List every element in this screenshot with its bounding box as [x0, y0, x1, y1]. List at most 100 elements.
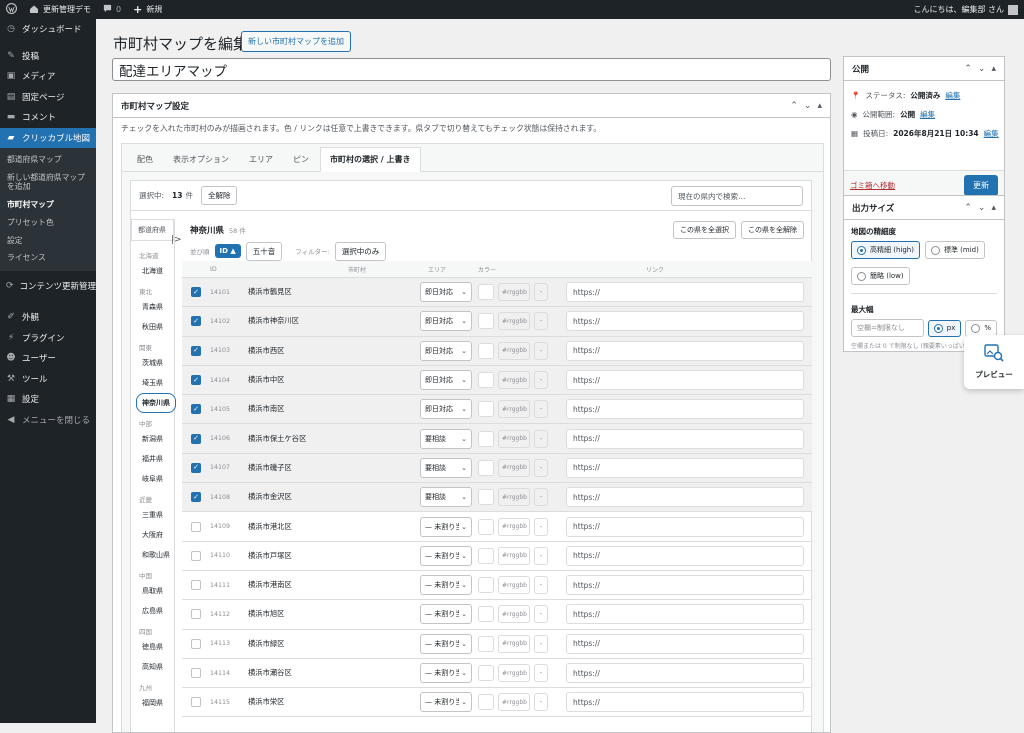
- color-hex-input[interactable]: #rrggbb: [498, 693, 530, 712]
- move-to-trash-link[interactable]: ゴミ箱へ移動: [850, 180, 895, 191]
- precision-radio[interactable]: 標準 (mid): [924, 241, 985, 259]
- color-swatch[interactable]: [478, 577, 494, 594]
- color-reset-button[interactable]: -: [534, 371, 548, 390]
- color-swatch[interactable]: [478, 401, 494, 418]
- tab-2[interactable]: エリア: [240, 148, 282, 171]
- area-select[interactable]: 要相談 ⌄: [420, 487, 472, 508]
- clear-all-button[interactable]: 全解除: [200, 186, 238, 205]
- comments-link[interactable]: 0: [97, 0, 127, 19]
- menu-item-comment[interactable]: ▬ コメント: [0, 107, 96, 128]
- menu-item-media[interactable]: ▣ メディア: [0, 66, 96, 87]
- unit-radio[interactable]: %: [965, 319, 997, 337]
- chevron-down-icon[interactable]: ⌄: [978, 203, 986, 213]
- city-checkbox[interactable]: ✓: [191, 404, 201, 415]
- link-input[interactable]: https://: [566, 399, 804, 420]
- area-select[interactable]: — 未割り当て —⌄: [420, 516, 472, 537]
- area-select[interactable]: 即日対応 ⌄: [420, 370, 472, 391]
- color-reset-button[interactable]: -: [534, 605, 548, 624]
- precision-radio[interactable]: 高精細 (high): [851, 241, 920, 259]
- color-reset-button[interactable]: -: [534, 664, 548, 682]
- color-reset-button[interactable]: -: [534, 517, 548, 536]
- color-hex-input[interactable]: #rrggbb: [498, 517, 530, 536]
- prefecture-item[interactable]: 福岡県: [131, 693, 174, 713]
- color-reset-button[interactable]: -: [534, 576, 548, 595]
- area-select[interactable]: 即日対応 ⌄: [420, 311, 472, 332]
- color-swatch[interactable]: [478, 372, 494, 389]
- area-select[interactable]: — 未割り当て —⌄: [420, 575, 472, 596]
- filter-selected-button[interactable]: 選択中のみ: [334, 241, 387, 261]
- chevron-down-icon[interactable]: ⌄: [978, 64, 986, 74]
- link-input[interactable]: https://: [566, 370, 804, 391]
- menu-item-dashboard[interactable]: ◷ ダッシュボード: [0, 19, 96, 40]
- tab-4[interactable]: 市町村の選択 / 上書き: [320, 147, 421, 172]
- color-reset-button[interactable]: -: [534, 400, 548, 419]
- color-swatch[interactable]: [478, 606, 494, 623]
- submenu-item[interactable]: 市町村マップ: [0, 196, 96, 214]
- color-reset-button[interactable]: -: [534, 546, 548, 565]
- color-hex-input[interactable]: #rrggbb: [498, 458, 530, 477]
- prefecture-item[interactable]: 岐阜県: [131, 469, 174, 489]
- color-hex-input[interactable]: #rrggbb: [498, 371, 530, 390]
- link-input[interactable]: https://: [566, 692, 804, 713]
- prefecture-item[interactable]: 秋田県: [131, 317, 174, 337]
- color-hex-input[interactable]: #rrggbb: [498, 576, 530, 595]
- toggle-arrow-icon[interactable]: ▴: [817, 101, 822, 111]
- color-reset-button[interactable]: -: [534, 693, 548, 712]
- link-input[interactable]: https://: [566, 663, 804, 683]
- link-input[interactable]: https://: [566, 516, 804, 537]
- color-hex-input[interactable]: #rrggbb: [498, 546, 530, 565]
- color-swatch[interactable]: [478, 635, 494, 652]
- city-checkbox[interactable]: [191, 668, 201, 678]
- color-hex-input[interactable]: #rrggbb: [498, 488, 530, 507]
- prefecture-item[interactable]: 埼玉県: [131, 373, 174, 393]
- color-swatch[interactable]: [478, 430, 494, 447]
- city-checkbox[interactable]: ✓: [191, 462, 201, 473]
- collapse-panel-icon[interactable]: |>: [171, 235, 182, 245]
- color-swatch[interactable]: [478, 284, 494, 301]
- city-checkbox[interactable]: [191, 550, 201, 561]
- city-checkbox[interactable]: ✓: [191, 433, 201, 444]
- color-reset-button[interactable]: -: [534, 283, 548, 302]
- color-hex-input[interactable]: #rrggbb: [498, 341, 530, 360]
- submenu-item[interactable]: プリセット色: [0, 214, 96, 232]
- area-select[interactable]: — 未割り当て —⌄: [420, 545, 472, 566]
- city-checkbox[interactable]: [191, 580, 201, 591]
- prefecture-item[interactable]: 神奈川県: [136, 393, 176, 413]
- color-hex-input[interactable]: #rrggbb: [498, 400, 530, 419]
- prefecture-item[interactable]: 広島県: [131, 601, 174, 621]
- color-swatch[interactable]: [478, 342, 494, 359]
- prefecture-item[interactable]: 大阪府: [131, 525, 174, 545]
- area-select[interactable]: — 未割り当て —⌄: [420, 692, 472, 713]
- link-input[interactable]: https://: [566, 340, 804, 361]
- prefecture-item[interactable]: 新潟県: [131, 429, 174, 449]
- city-checkbox[interactable]: [191, 609, 201, 620]
- prefecture-item[interactable]: 福井県: [131, 449, 174, 469]
- user-menu[interactable]: こんにちは、編集部 さん: [907, 0, 1024, 19]
- color-swatch[interactable]: [478, 313, 494, 330]
- city-checkbox[interactable]: ✓: [191, 492, 201, 503]
- maxwidth-input[interactable]: 空欄=制限なし: [851, 319, 924, 337]
- menu-item-settings[interactable]: ▦ 設定: [0, 389, 96, 410]
- menu-clickable-map[interactable]: ▰ クリッカブル地図: [0, 127, 96, 148]
- prefecture-item[interactable]: 北海道: [131, 261, 174, 281]
- color-reset-button[interactable]: -: [534, 341, 548, 360]
- menu-item-users[interactable]: ☻ ユーザー: [0, 348, 96, 369]
- unit-radio[interactable]: px: [927, 319, 962, 337]
- link-input[interactable]: https://: [566, 487, 804, 508]
- city-checkbox[interactable]: ✓: [191, 287, 201, 298]
- color-reset-button[interactable]: -: [534, 429, 548, 448]
- color-swatch[interactable]: [478, 518, 494, 535]
- preview-button[interactable]: プレビュー: [964, 335, 1024, 389]
- menu-item-update[interactable]: ⟳ コンテンツ更新管理: [0, 271, 96, 301]
- link-input[interactable]: https://: [566, 575, 804, 596]
- city-checkbox[interactable]: ✓: [191, 375, 201, 386]
- submenu-item[interactable]: 新しい都道府県マップを追加: [0, 169, 96, 196]
- area-select[interactable]: 即日対応 ⌄: [420, 282, 472, 303]
- prefecture-item[interactable]: 茨城県: [131, 353, 174, 373]
- tab-3[interactable]: ピン: [284, 148, 318, 171]
- color-hex-input[interactable]: #rrggbb: [498, 283, 530, 302]
- color-swatch[interactable]: [478, 547, 494, 564]
- color-reset-button[interactable]: -: [534, 488, 548, 507]
- tab-0[interactable]: 配色: [128, 148, 162, 171]
- prefecture-item[interactable]: 和歌山県: [131, 545, 174, 565]
